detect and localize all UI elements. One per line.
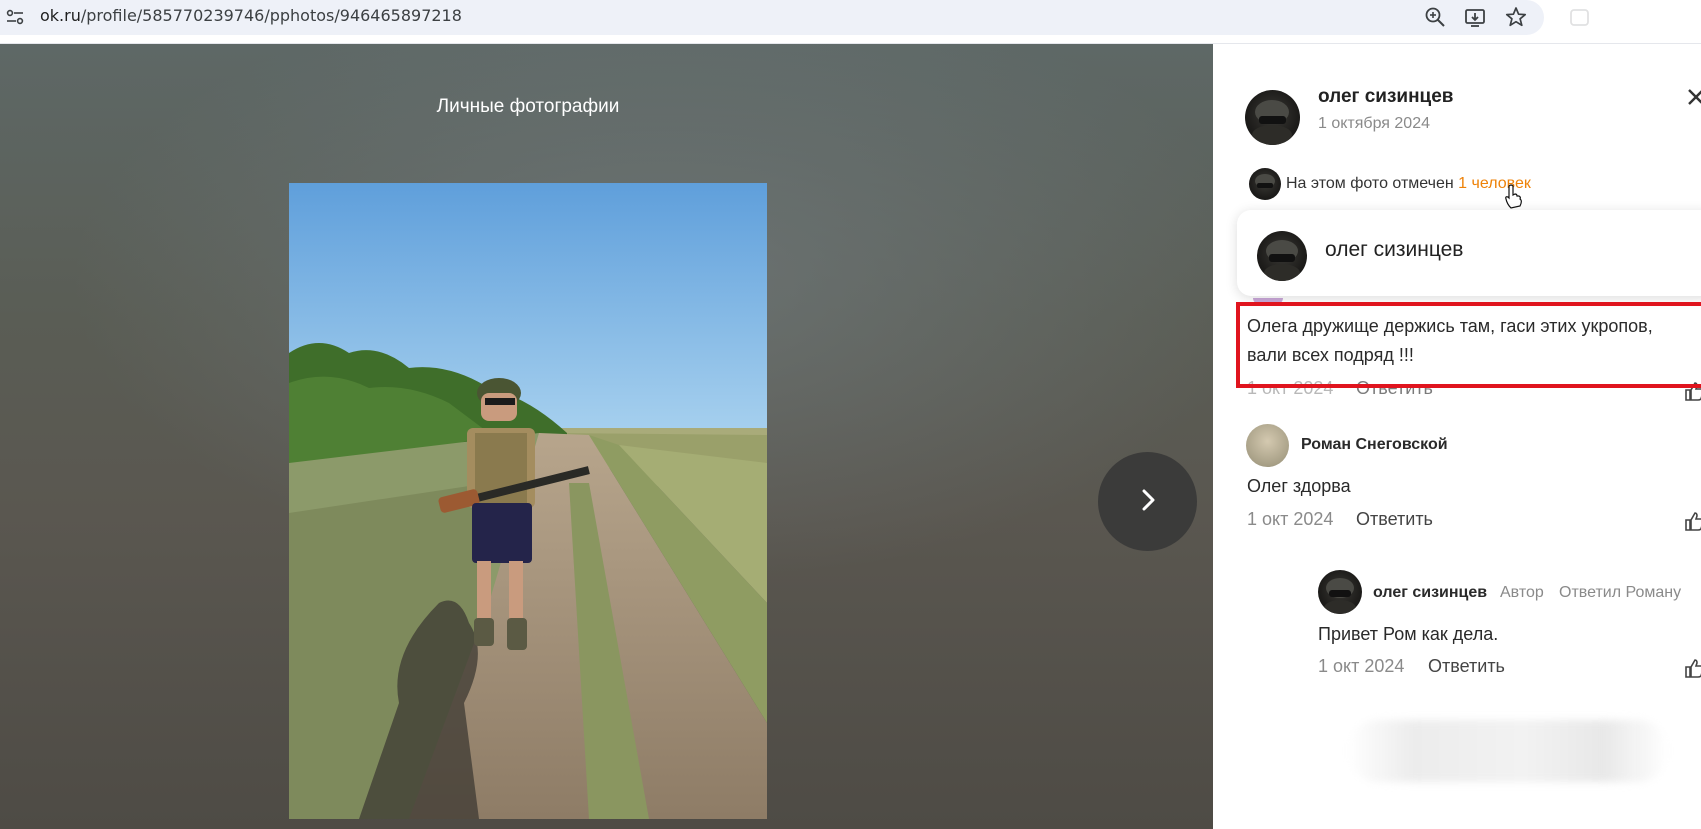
reply-button[interactable]: Ответить bbox=[1356, 509, 1433, 530]
author-badge: Автор bbox=[1500, 584, 1544, 601]
photo-info-panel: олег сизинцев 1 октября 2024 На этом фот… bbox=[1213, 44, 1701, 829]
commenter-name[interactable]: олег сизинцев bbox=[1373, 584, 1487, 602]
browser-toolbar: ok.ru/profile/585770239746/pphotos/94646… bbox=[0, 0, 1701, 44]
url-text[interactable]: ok.ru/profile/585770239746/pphotos/94646… bbox=[40, 6, 462, 25]
popup-person-avatar[interactable] bbox=[1257, 231, 1307, 281]
address-bar[interactable]: ok.ru/profile/585770239746/pphotos/94646… bbox=[0, 0, 1544, 35]
main-photo[interactable] bbox=[289, 183, 767, 819]
tagged-people-line: На этом фото отмечен 1 человек bbox=[1286, 175, 1531, 193]
site-settings-icon[interactable] bbox=[6, 9, 24, 25]
tagged-prefix: На этом фото отмечен bbox=[1286, 175, 1459, 192]
author-avatar[interactable] bbox=[1245, 90, 1300, 145]
close-icon[interactable] bbox=[1685, 86, 1701, 108]
url-path: /profile/585770239746/pphotos/9464658972… bbox=[80, 6, 462, 25]
tagged-person-avatar[interactable] bbox=[1249, 168, 1281, 200]
commenter-avatar[interactable] bbox=[1246, 424, 1289, 467]
album-title: Личные фотографии bbox=[436, 96, 620, 117]
commenter-name[interactable]: Роман Снеговской bbox=[1301, 436, 1448, 454]
chevron-right-icon bbox=[1133, 485, 1163, 519]
author-name[interactable]: олег сизинцев bbox=[1318, 86, 1454, 108]
tagged-people-popup: олег сизинцев bbox=[1237, 210, 1701, 296]
commenter-avatar[interactable] bbox=[1318, 570, 1362, 614]
popup-person-name[interactable]: олег сизинцев bbox=[1325, 238, 1463, 262]
highlight-box bbox=[1236, 302, 1701, 388]
install-app-icon[interactable] bbox=[1464, 6, 1486, 28]
comment-date: 1 окт 2024 bbox=[1247, 509, 1334, 529]
reply-button[interactable]: Ответить bbox=[1428, 656, 1505, 677]
post-date: 1 октября 2024 bbox=[1318, 115, 1430, 132]
hand-cursor-icon bbox=[1504, 184, 1522, 210]
comment-date: 1 окт 2024 bbox=[1318, 656, 1405, 676]
like-icon[interactable] bbox=[1683, 657, 1701, 679]
photo-viewer: Личные фотографии bbox=[0, 44, 1213, 829]
replied-to-label[interactable]: Ответил Роману bbox=[1559, 584, 1681, 602]
blurred-content bbox=[1348, 720, 1668, 782]
extension-icon[interactable] bbox=[1568, 6, 1592, 28]
url-domain: ok.ru bbox=[40, 6, 81, 25]
bookmark-star-icon[interactable] bbox=[1505, 6, 1527, 28]
like-icon[interactable] bbox=[1683, 510, 1701, 532]
next-photo-button[interactable] bbox=[1098, 452, 1197, 551]
zoom-icon[interactable] bbox=[1424, 6, 1446, 28]
comment-text: Привет Ром как дела. bbox=[1318, 624, 1499, 644]
comment-text: Олег здорва bbox=[1247, 476, 1351, 496]
